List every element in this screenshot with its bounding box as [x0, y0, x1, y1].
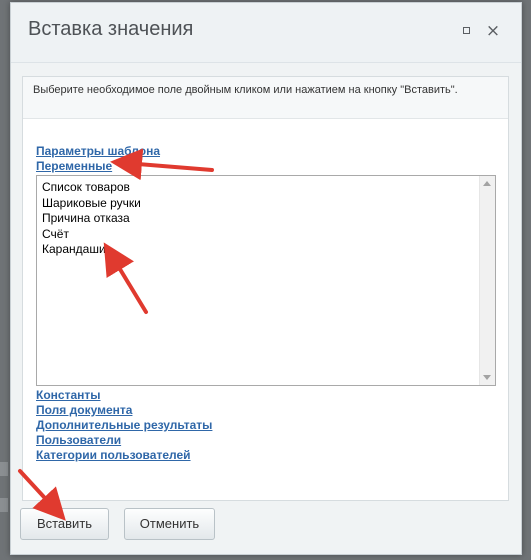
listbox-scrollbar[interactable]	[479, 176, 495, 385]
cancel-button[interactable]: Отменить	[124, 508, 215, 540]
group-link-user-categories[interactable]: Категории пользователей	[36, 448, 191, 462]
dialog-content: Выберите необходимое поле двойным кликом…	[22, 76, 509, 501]
group-link-document-fields[interactable]: Поля документа	[36, 403, 132, 417]
group-link-constants[interactable]: Константы	[36, 388, 101, 402]
maximize-icon[interactable]	[459, 23, 475, 39]
close-icon[interactable]: ×	[485, 23, 501, 40]
hint-text: Выберите необходимое поле двойным кликом…	[23, 77, 508, 119]
group-link-additional-results[interactable]: Дополнительные результаты	[36, 418, 212, 432]
group-link-users[interactable]: Пользователи	[36, 433, 121, 447]
list-item[interactable]: Причина отказа	[42, 211, 130, 225]
list-item[interactable]: Карандаши	[42, 242, 106, 256]
list-item[interactable]: Шариковые ручки	[42, 196, 141, 210]
background-strip	[0, 498, 8, 512]
background-strip	[0, 462, 8, 476]
group-link-variables[interactable]: Переменные	[36, 159, 112, 173]
dialog-title: Вставка значения	[28, 18, 194, 40]
scroll-down-icon[interactable]	[483, 375, 491, 380]
insert-button[interactable]: Вставить	[20, 508, 109, 540]
list-item[interactable]: Счёт	[42, 227, 69, 241]
dialog-titlebar: Вставка значения ×	[11, 3, 521, 63]
list-item[interactable]: Список товаров	[42, 180, 130, 194]
variables-listbox[interactable]: Список товаров Шариковые ручки Причина о…	[36, 175, 496, 386]
scroll-up-icon[interactable]	[483, 181, 491, 186]
group-link-template-params[interactable]: Параметры шаблона	[36, 144, 160, 158]
insert-value-dialog: Вставка значения × Выберите необходимое …	[10, 2, 522, 555]
